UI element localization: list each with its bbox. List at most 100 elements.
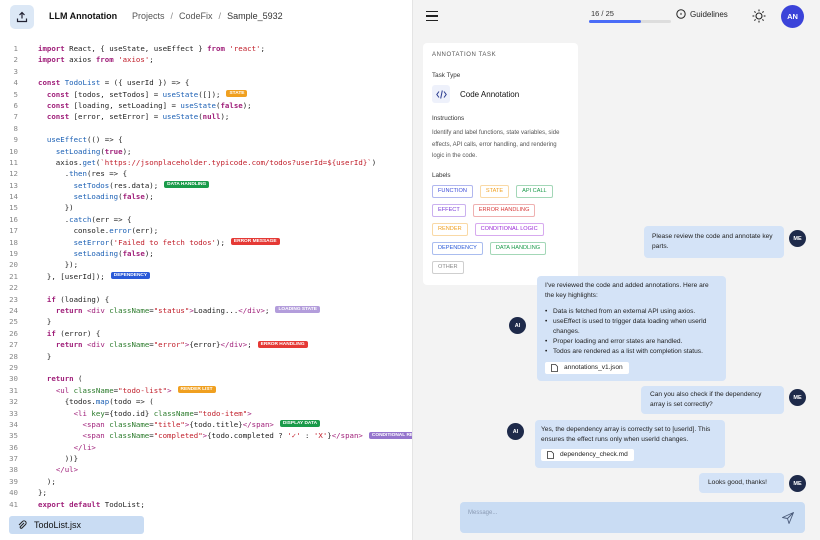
- breadcrumb-projects[interactable]: Projects: [132, 11, 165, 21]
- task-card-header: ANNOTATION TASK: [432, 52, 497, 58]
- code-text: {todos.map(todo => (: [38, 397, 154, 407]
- code-line: 5 const [todos, setTodos] = useState([])…: [0, 89, 412, 100]
- ai-avatar: AI: [507, 423, 524, 440]
- label-chip[interactable]: RENDER: [432, 222, 468, 236]
- line-number: 34: [9, 419, 18, 429]
- breadcrumb-separator: /: [218, 11, 222, 21]
- upload-icon: [16, 11, 28, 23]
- line-number: 29: [9, 362, 18, 372]
- line-number: 12: [9, 169, 18, 179]
- label-chip[interactable]: DATA HANDLING: [489, 241, 547, 255]
- line-number: 20: [9, 260, 18, 270]
- code-text: setTodos(res.data); DATA HANDLING: [38, 180, 210, 191]
- code-text: .catch(err => {: [38, 214, 132, 224]
- line-number: 15: [9, 203, 18, 213]
- guidelines-button[interactable]: Guidelines: [676, 9, 728, 19]
- code-line: 20 });: [0, 259, 412, 270]
- code-line: 17 console.error(err);: [0, 225, 412, 236]
- progress-bar: [589, 20, 671, 23]
- line-number: 13: [9, 180, 18, 190]
- label-chip[interactable]: DEPENDENCY: [432, 241, 483, 255]
- code-line: 7 const [error, setError] = useState(nul…: [0, 111, 412, 122]
- task-type-value: Code Annotation: [460, 89, 520, 99]
- menu-button[interactable]: [426, 10, 438, 22]
- annotation-tag[interactable]: DATA HANDLING: [164, 181, 210, 189]
- task-type-heading: Task Type: [432, 72, 461, 79]
- send-icon[interactable]: [781, 511, 795, 525]
- label-chip[interactable]: EFFECT: [432, 203, 466, 217]
- code-text: const [loading, setLoading] = useState(f…: [46, 100, 252, 110]
- annotation-tag[interactable]: STATE: [226, 90, 248, 98]
- code-text: ))}: [38, 454, 79, 464]
- chat-message-ai: Yes, the dependency array is correctly s…: [535, 420, 725, 468]
- file-tab-label: TodoList.jsx: [34, 520, 82, 530]
- label-chip-list: FUNCTION STATE API CALL EFFECT ERROR HANDLIN…: [432, 184, 570, 274]
- code-line: 2 import axios from 'axios';: [0, 54, 412, 65]
- me-avatar: ME: [789, 475, 806, 492]
- code-line: 38 </ul>: [0, 464, 412, 475]
- label-chip[interactable]: ERROR HANDLING: [472, 203, 536, 217]
- line-number: 8: [13, 123, 18, 133]
- code-text: <li key={todo.id} className="todo-item">: [73, 408, 252, 418]
- line-number: 10: [9, 146, 18, 156]
- chat-message-user: Can you also check if the dependency arr…: [641, 386, 784, 414]
- user-avatar[interactable]: AN: [781, 5, 804, 28]
- line-number: 5: [13, 89, 18, 99]
- code-line: 21 }, [userId]); DEPENDENCY: [0, 271, 412, 282]
- code-text: </li>: [73, 442, 96, 452]
- code-line: 32 {todos.map(todo => (: [0, 396, 412, 407]
- annotation-tag[interactable]: LOADING STATE: [275, 306, 320, 314]
- label-chip[interactable]: STATE: [479, 184, 510, 198]
- code-line: 4 const TodoList = ({ userId }) => {: [0, 77, 412, 88]
- code-line: 36 </li>: [0, 442, 412, 453]
- annotation-tag[interactable]: ERROR MESSAGE: [230, 238, 280, 246]
- label-chip[interactable]: OTHER: [432, 260, 464, 274]
- code-line: 22: [0, 282, 412, 293]
- annotation-tag[interactable]: DISPLAY DATA: [279, 420, 321, 428]
- code-text: </ul>: [55, 465, 79, 475]
- code-line: 9 useEffect(() => {: [0, 134, 412, 145]
- theme-toggle[interactable]: [752, 9, 766, 23]
- annotation-tag[interactable]: RENDER LIST: [177, 386, 216, 394]
- line-number: 41: [9, 499, 18, 509]
- code-line: 30 return (: [0, 373, 412, 384]
- code-text: );: [38, 476, 56, 486]
- file-tab[interactable]: TodoList.jsx: [9, 516, 144, 534]
- code-editor-pane: LLM Annotation Projects / CodeFix / Samp…: [0, 0, 430, 540]
- annotation-tag[interactable]: ERROR HANDLING: [257, 340, 308, 348]
- code-text: setLoading(true);: [55, 146, 132, 156]
- code-view[interactable]: 1 import React, { useState, useEffect } f…: [0, 43, 430, 510]
- help-circle-icon: [676, 9, 686, 19]
- line-number: 24: [9, 305, 18, 315]
- chat-message-user: Please review the code and annotate key …: [644, 226, 784, 258]
- annotation-task-card: ANNOTATION TASK Task Type Code Annotatio…: [423, 43, 578, 285]
- attachment-chip[interactable]: annotations_v1.json: [545, 362, 629, 374]
- app-title: LLM Annotation: [49, 11, 118, 21]
- label-chip[interactable]: API CALL: [516, 184, 553, 198]
- code-line: 33 <li key={todo.id} className="todo-ite…: [0, 408, 412, 419]
- code-text: axios.get(`https://jsonplaceholder.typic…: [38, 157, 377, 167]
- message-composer[interactable]: Message...: [460, 502, 805, 533]
- label-chip[interactable]: FUNCTION: [432, 184, 473, 198]
- annotation-tag[interactable]: DEPENDENCY: [110, 272, 151, 280]
- message-text: Yes, the dependency array is correctly s…: [541, 426, 711, 443]
- message-bullet: Data is fetched from an external API usi…: [545, 307, 718, 317]
- upload-button[interactable]: [10, 5, 34, 29]
- breadcrumb-codefix[interactable]: CodeFix: [179, 11, 213, 21]
- attachment-chip[interactable]: dependency_check.md: [541, 449, 634, 461]
- line-number: 9: [13, 135, 18, 145]
- code-text: export default TodoList;: [38, 499, 145, 509]
- message-text: Please review the code and annotate key …: [652, 233, 773, 250]
- attachment-name: dependency_check.md: [560, 451, 628, 458]
- guidelines-label: Guidelines: [690, 9, 728, 19]
- line-number: 2: [13, 55, 18, 65]
- label-chip[interactable]: CONDITIONAL LOGIC: [474, 222, 544, 236]
- line-number: 30: [9, 374, 18, 384]
- breadcrumb-sample[interactable]: Sample_5932: [227, 11, 283, 21]
- hamburger-icon: [426, 11, 438, 13]
- editor-header: LLM Annotation Projects / CodeFix / Samp…: [0, 0, 412, 33]
- code-text: import React, { useState, useEffect } fr…: [38, 44, 265, 53]
- message-bullet: Proper loading and error states are hand…: [545, 337, 718, 347]
- message-input[interactable]: Message...: [468, 510, 497, 516]
- line-number: 7: [13, 112, 18, 122]
